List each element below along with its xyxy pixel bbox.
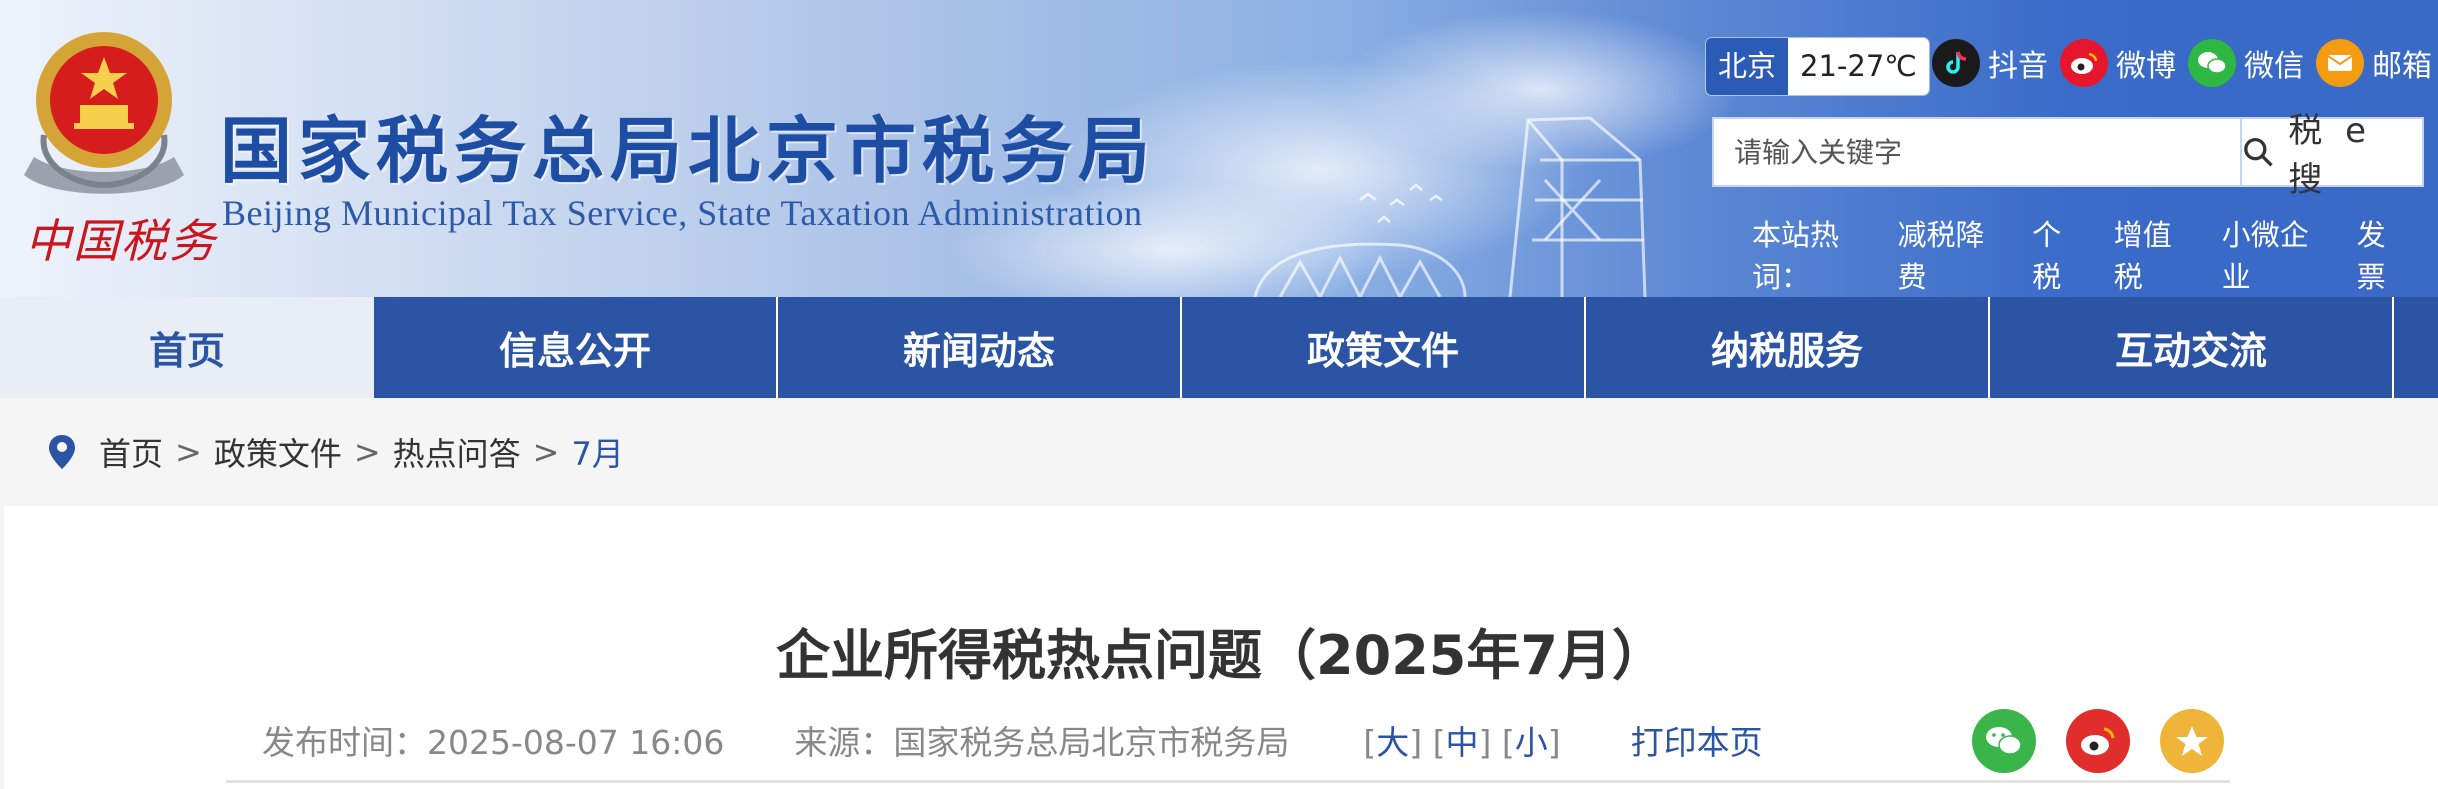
wechat-link[interactable]: 微信 bbox=[2188, 38, 2304, 88]
bracket: ] bbox=[1547, 723, 1561, 762]
article-source: 来源：国家税务总局北京市税务局 bbox=[794, 723, 1290, 762]
share-favorite-button[interactable] bbox=[2160, 709, 2224, 773]
weibo-icon bbox=[2060, 39, 2108, 87]
print-button[interactable]: 打印本页 bbox=[1631, 716, 1763, 764]
hotword-link[interactable]: 小微企业 bbox=[2222, 212, 2329, 296]
breadcrumb-separator: > bbox=[353, 433, 381, 471]
weibo-icon bbox=[2081, 727, 2115, 755]
site-subtitle: Beijing Municipal Tax Service, State Tax… bbox=[222, 193, 1143, 233]
breadcrumb: 首页 > 政策文件 > 热点问答 > 7月 bbox=[0, 398, 2438, 506]
email-link[interactable]: 邮箱 bbox=[2316, 38, 2432, 88]
nav-policy[interactable]: 政策文件 bbox=[1182, 297, 1586, 398]
wechat-label: 微信 bbox=[2244, 49, 2304, 84]
site-title[interactable]: 国家税务总局北京市税务局 bbox=[220, 92, 1156, 197]
nav-home[interactable]: 首页 bbox=[0, 297, 374, 398]
nav-tax-service[interactable]: 纳税服务 bbox=[1586, 297, 1990, 398]
font-size-small[interactable]: 小 bbox=[1515, 723, 1548, 762]
email-label: 邮箱 bbox=[2372, 49, 2432, 84]
divider bbox=[226, 780, 2230, 783]
search-box: 税 e 搜 bbox=[1712, 111, 2424, 200]
nav-interaction[interactable]: 互动交流 bbox=[1990, 297, 2394, 398]
breadcrumb-current[interactable]: 7月 bbox=[571, 429, 623, 475]
hotwords: 本站热词： 减税降费 个税 增值税 小微企业 发票 bbox=[1752, 212, 2438, 296]
breadcrumb-home[interactable]: 首页 bbox=[99, 429, 163, 475]
douyin-link[interactable]: 抖音 bbox=[1932, 38, 2048, 88]
china-tax-logo: 中国税务 bbox=[25, 214, 217, 268]
bracket: ] bbox=[1478, 723, 1492, 762]
weather-widget: 北京 21-27℃ bbox=[1706, 38, 1929, 95]
site-header: 中国税务 国家税务总局北京市税务局 Beijing Municipal Tax … bbox=[0, 0, 2438, 297]
search-input[interactable] bbox=[1714, 119, 2240, 185]
national-emblem-icon bbox=[24, 32, 184, 194]
weibo-label: 微博 bbox=[2116, 49, 2176, 84]
font-size-large[interactable]: 大 bbox=[1376, 723, 1409, 762]
douyin-icon bbox=[1932, 39, 1980, 87]
font-size-controls: [大] [中] [小] bbox=[1363, 716, 1560, 764]
wechat-icon bbox=[1986, 727, 2022, 755]
hotword-link[interactable]: 增值税 bbox=[2114, 212, 2194, 296]
bracket: [ bbox=[1432, 723, 1446, 762]
article-meta: 发布时间：2025-08-07 16:06 来源：国家税务总局北京市税务局 [大… bbox=[262, 716, 1763, 764]
bracket: [ bbox=[1363, 723, 1377, 762]
search-icon bbox=[2244, 137, 2273, 167]
share-wechat-button[interactable] bbox=[1972, 709, 2036, 773]
bracket: [ bbox=[1501, 723, 1515, 762]
star-icon bbox=[2176, 726, 2208, 756]
hotword-link[interactable]: 发票 bbox=[2357, 212, 2410, 296]
article-title: 企业所得税热点问题（2025年7月） bbox=[776, 624, 1666, 687]
weather-city: 北京 bbox=[1706, 38, 1789, 95]
font-size-medium[interactable]: 中 bbox=[1446, 723, 1479, 762]
breadcrumb-hot-qa[interactable]: 热点问答 bbox=[393, 429, 521, 475]
weather-temperature: 21-27℃ bbox=[1788, 38, 1929, 95]
breadcrumb-separator: > bbox=[532, 433, 560, 471]
location-pin-icon bbox=[49, 435, 75, 469]
article-container: 企业所得税热点问题（2025年7月） 发布时间：2025-08-07 16:06… bbox=[4, 506, 2438, 789]
weibo-link[interactable]: 微博 bbox=[2060, 38, 2176, 88]
breadcrumb-policy[interactable]: 政策文件 bbox=[214, 429, 342, 475]
nav-info-disclosure[interactable]: 信息公开 bbox=[374, 297, 778, 398]
main-nav: 首页 信息公开 新闻动态 政策文件 纳税服务 互动交流 bbox=[0, 297, 2438, 398]
nav-news[interactable]: 新闻动态 bbox=[778, 297, 1182, 398]
search-button-label: 税 e 搜 bbox=[2288, 111, 2373, 200]
share-weibo-button[interactable] bbox=[2066, 709, 2130, 773]
breadcrumb-separator: > bbox=[175, 433, 202, 471]
wechat-icon bbox=[2188, 39, 2236, 87]
hotwords-label: 本站热词： bbox=[1752, 218, 1840, 294]
hotword-link[interactable]: 减税降费 bbox=[1898, 212, 2005, 296]
publish-time: 发布时间：2025-08-07 16:06 bbox=[262, 723, 725, 762]
bracket: ] bbox=[1409, 723, 1423, 762]
email-icon bbox=[2316, 39, 2364, 87]
hotword-link[interactable]: 个税 bbox=[2032, 212, 2085, 296]
douyin-label: 抖音 bbox=[1988, 49, 2048, 84]
search-button[interactable]: 税 e 搜 bbox=[2240, 111, 2422, 200]
